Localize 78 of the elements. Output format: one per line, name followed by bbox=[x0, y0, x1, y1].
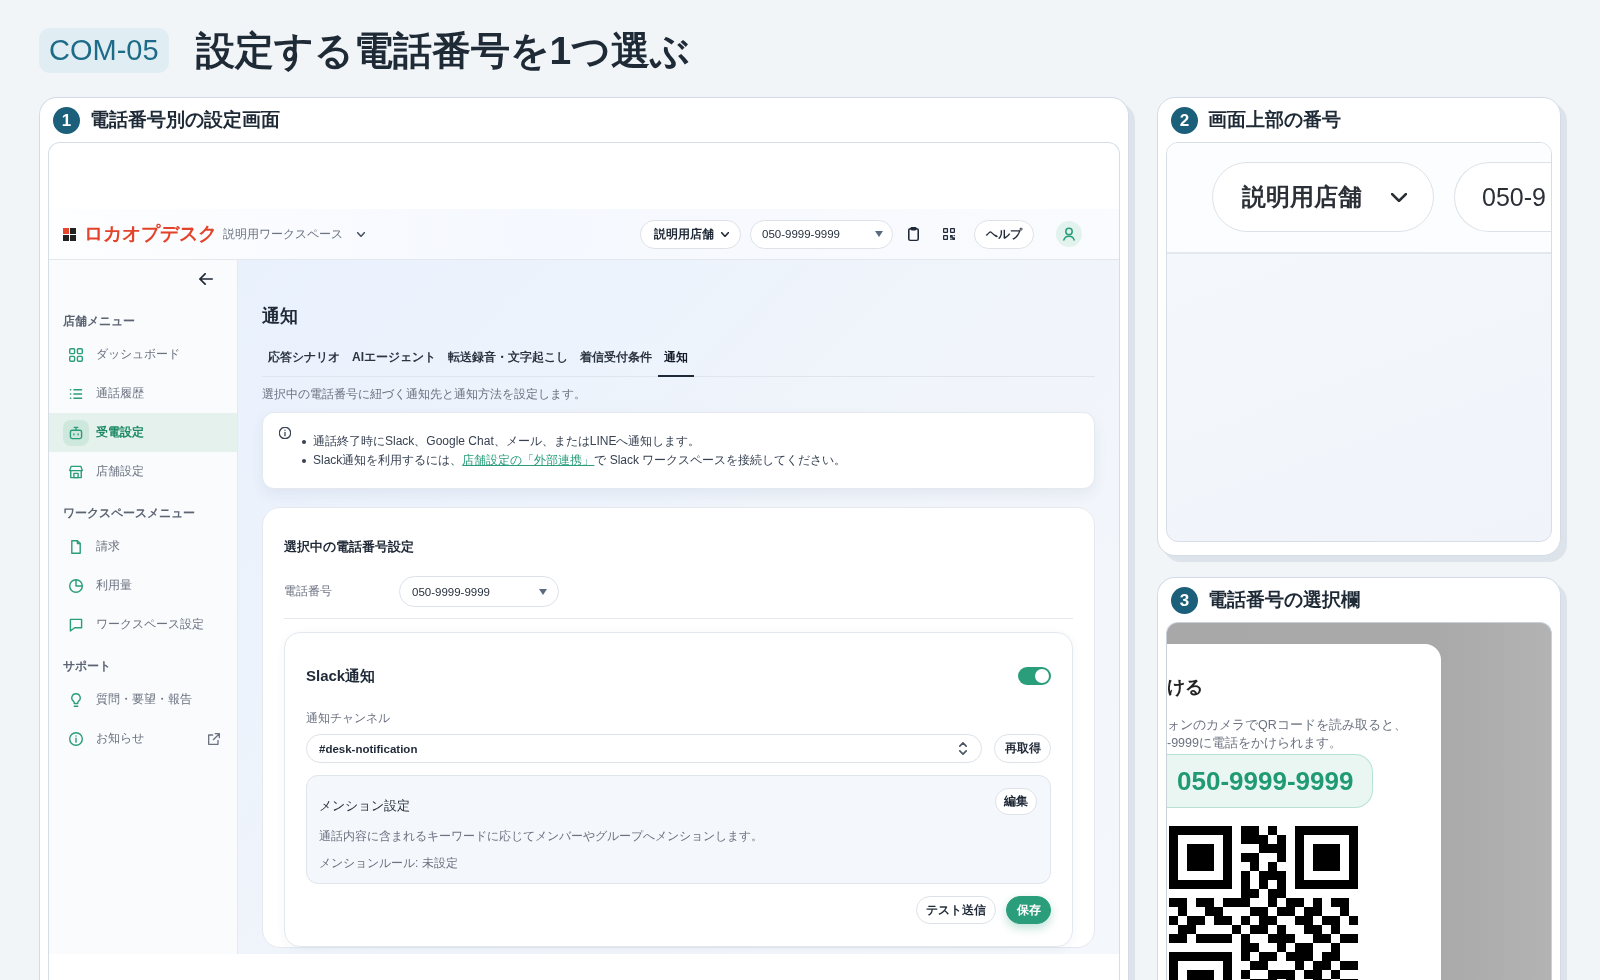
sidebar-item[interactable]: ワークスペース設定 bbox=[49, 605, 237, 644]
card-title: Slack通知 bbox=[306, 666, 376, 686]
app-logo: ロカオプデスク bbox=[84, 222, 217, 246]
workspace-select[interactable]: 説明用ワークスペース bbox=[223, 226, 365, 242]
phone-select[interactable]: 050-9999-9999 bbox=[750, 219, 893, 249]
list-icon bbox=[69, 386, 83, 401]
edit-button[interactable]: 編集 bbox=[995, 788, 1037, 815]
mention-title: メンション設定 bbox=[319, 797, 410, 815]
sidebar-item[interactable]: 受電設定 bbox=[49, 413, 237, 452]
bullet-icon bbox=[302, 458, 306, 463]
document-icon bbox=[69, 539, 83, 554]
panel-title: 画面上部の番号 bbox=[1208, 108, 1341, 132]
screen-id-badge: COM-05 bbox=[39, 28, 169, 73]
mention-description: 通話内容に含まれるキーワードに応じてメンバーやグループへメンションします。 bbox=[319, 828, 764, 844]
robot-icon bbox=[63, 419, 89, 446]
toggle-switch[interactable] bbox=[1018, 667, 1051, 685]
caret-down-icon bbox=[539, 588, 547, 595]
section-label: 店舗メニュー bbox=[62, 313, 136, 330]
modal-text: ォンのカメラでQRコードを読み取ると、 bbox=[1167, 717, 1408, 734]
mention-rule: メンションルール: 未設定 bbox=[319, 855, 459, 871]
tab[interactable]: 転送録音・文字起こし bbox=[442, 349, 574, 377]
section-label: ワークスペースメニュー bbox=[62, 505, 196, 522]
tab[interactable]: AIエージェント bbox=[346, 349, 442, 377]
external-link-icon bbox=[208, 732, 220, 745]
panel-title: 電話番号別の設定画面 bbox=[90, 108, 280, 132]
bullet-icon bbox=[302, 439, 306, 444]
phone-select[interactable]: 050-9 bbox=[1454, 162, 1551, 232]
chat-bubble-icon bbox=[69, 617, 83, 632]
store-icon bbox=[69, 464, 83, 479]
chevron-down-icon bbox=[721, 231, 729, 237]
store-select[interactable]: 説明用店舗 bbox=[1212, 162, 1434, 232]
info-text: 通話終了時にSlack、Google Chat、メール、またはLINEへ通知します。 bbox=[313, 433, 701, 450]
tab[interactable]: 通知 bbox=[658, 349, 694, 377]
info-icon bbox=[69, 731, 83, 746]
logo-icon bbox=[63, 227, 76, 241]
tab[interactable]: 応答シナリオ bbox=[262, 349, 346, 377]
info-text: Slack通知を利用するには、店舗設定の「外部連携」で Slack ワークスペースを接続してください。 bbox=[313, 452, 847, 469]
step-badge: 3 bbox=[1171, 586, 1198, 614]
chevron-down-icon bbox=[357, 231, 365, 237]
phone-select[interactable]: 050-9999-9999 bbox=[399, 576, 559, 607]
chevron-down-icon bbox=[1391, 192, 1407, 202]
clipboard-icon[interactable] bbox=[908, 227, 919, 241]
card-title: 選択中の電話番号設定 bbox=[284, 538, 415, 556]
field-label: 電話番号 bbox=[284, 583, 333, 600]
info-icon bbox=[279, 427, 291, 439]
store-select[interactable]: 説明用店舗 bbox=[640, 219, 741, 249]
step-badge: 1 bbox=[53, 106, 80, 134]
panel-title: 電話番号の選択欄 bbox=[1208, 588, 1360, 612]
section-title: 通知 bbox=[262, 305, 299, 328]
sidebar-item[interactable]: 質問・要望・報告 bbox=[49, 680, 237, 719]
lightbulb-icon bbox=[69, 692, 83, 707]
refresh-button[interactable]: 再取得 bbox=[994, 734, 1051, 763]
sidebar-item[interactable]: 通話履歴 bbox=[49, 374, 237, 413]
tab[interactable]: 着信受付条件 bbox=[574, 349, 658, 377]
channel-select[interactable]: #desk-notification bbox=[306, 734, 982, 763]
avatar-icon[interactable] bbox=[1056, 221, 1082, 247]
qr-code-icon[interactable] bbox=[943, 228, 955, 240]
step-badge: 2 bbox=[1171, 106, 1198, 134]
field-label: 通知チャンネル bbox=[306, 710, 391, 726]
test-send-button[interactable]: テスト送信 bbox=[916, 896, 996, 924]
sidebar-item[interactable]: 利用量 bbox=[49, 566, 237, 605]
description-text: 選択中の電話番号に紐づく通知先と通知方法を設定します。 bbox=[262, 386, 587, 402]
section-label: サポート bbox=[62, 658, 112, 675]
sidebar-item[interactable]: 請求 bbox=[49, 527, 237, 566]
phone-number-display: 050-9999-9999 bbox=[1167, 754, 1373, 808]
sidebar-item[interactable]: ダッシュボード bbox=[49, 335, 237, 374]
integration-link[interactable]: 店舗設定の「外部連携」 bbox=[462, 453, 595, 467]
chevron-up-down-icon bbox=[959, 742, 967, 755]
sidebar-item[interactable]: 店舗設定 bbox=[49, 452, 237, 491]
page-title: 設定する電話番号を1つ選ぶ bbox=[195, 27, 691, 74]
sidebar-item[interactable]: お知らせ bbox=[49, 719, 237, 758]
help-button[interactable]: ヘルプ bbox=[974, 219, 1034, 249]
caret-down-icon bbox=[875, 231, 883, 237]
modal-heading: ける bbox=[1167, 676, 1204, 699]
back-arrow-icon[interactable] bbox=[199, 273, 213, 285]
pie-chart-icon bbox=[69, 578, 83, 593]
modal-text: -9999に電話をかけられます。 bbox=[1167, 734, 1343, 752]
grid-icon bbox=[69, 347, 83, 362]
